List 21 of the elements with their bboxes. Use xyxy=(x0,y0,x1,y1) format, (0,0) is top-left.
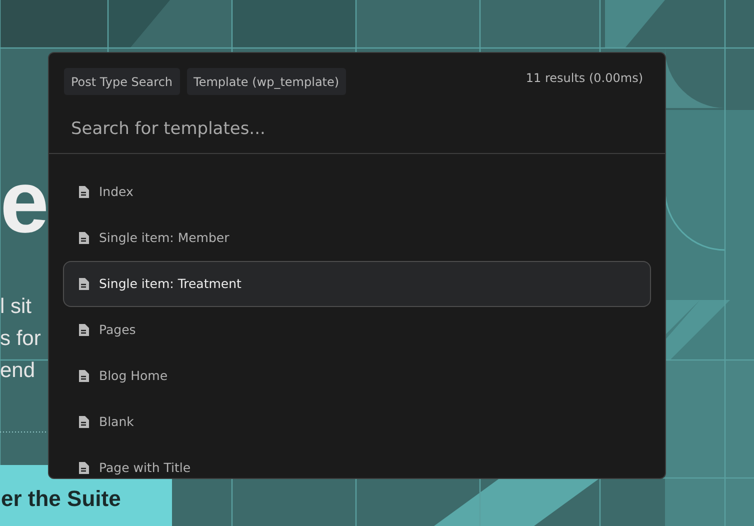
document-icon xyxy=(78,232,89,244)
document-icon xyxy=(78,324,89,336)
paragraph-line: end xyxy=(0,358,36,384)
result-count: 11 results (0.00ms) xyxy=(526,70,643,87)
document-icon xyxy=(78,416,89,428)
document-icon xyxy=(78,462,89,474)
document-icon xyxy=(78,278,89,290)
filter-tag: Template (wp_template) xyxy=(186,68,346,95)
template-item[interactable]: Index xyxy=(63,169,651,215)
paragraph-line: l sit xyxy=(0,294,32,320)
search-field[interactable]: Search for templates... xyxy=(71,119,643,139)
filter-tag: Post Type Search xyxy=(64,68,180,95)
template-item[interactable]: Blog Home xyxy=(63,353,651,399)
page-heading: e xyxy=(0,158,47,246)
template-item[interactable]: Pages xyxy=(63,307,651,353)
template-item[interactable]: Single item: Member xyxy=(63,215,651,261)
template-item[interactable]: Single item: Treatment xyxy=(63,261,651,307)
paragraph-line: s for xyxy=(0,326,41,352)
document-icon xyxy=(78,370,89,382)
document-icon xyxy=(78,186,89,198)
template-item[interactable]: Blank xyxy=(63,399,651,445)
